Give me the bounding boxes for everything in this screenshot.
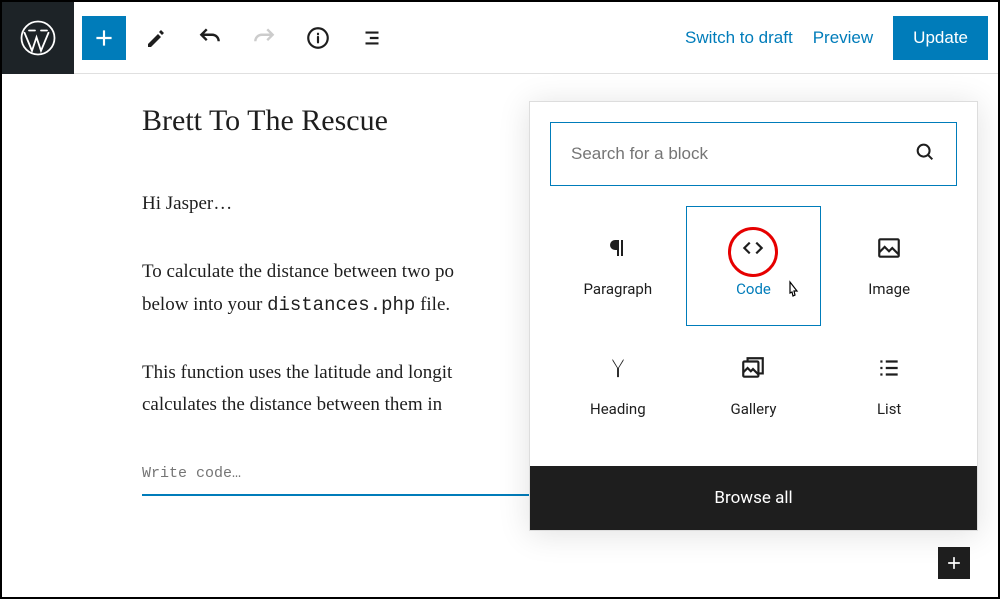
editor-toolbar: Switch to draft Preview Update <box>2 2 998 74</box>
code-icon <box>739 234 767 262</box>
post-content: Brett To The Rescue Hi Jasper… To calcul… <box>2 74 562 496</box>
block-label: Heading <box>590 400 646 418</box>
toolbar-right: Switch to draft Preview Update <box>685 16 988 60</box>
list-icon <box>875 354 903 382</box>
toolbar-left <box>82 14 396 62</box>
post-title[interactable]: Brett To The Rescue <box>142 104 562 138</box>
block-heading[interactable]: Heading <box>550 326 686 446</box>
paragraph-3[interactable]: This function uses the latitude and long… <box>142 357 562 422</box>
search-box <box>550 122 957 186</box>
paragraph-icon <box>604 234 632 262</box>
edit-icon[interactable] <box>132 14 180 62</box>
outline-icon[interactable] <box>348 14 396 62</box>
block-list[interactable]: List <box>821 326 957 446</box>
switch-to-draft-button[interactable]: Switch to draft <box>685 28 793 48</box>
undo-icon[interactable] <box>186 14 234 62</box>
block-label: Code <box>736 280 771 298</box>
search-wrap <box>530 102 977 206</box>
gallery-icon <box>739 354 767 382</box>
block-grid: Paragraph Code Image Heading Gallery <box>530 206 977 466</box>
heading-icon <box>604 354 632 382</box>
update-button[interactable]: Update <box>893 16 988 60</box>
info-icon[interactable] <box>294 14 342 62</box>
paragraph-1[interactable]: Hi Jasper… <box>142 188 562 220</box>
search-icon <box>914 141 936 167</box>
block-label: Gallery <box>731 400 777 418</box>
wordpress-logo[interactable] <box>2 2 74 74</box>
block-label: Image <box>868 280 910 298</box>
floating-add-button[interactable] <box>938 547 970 579</box>
preview-button[interactable]: Preview <box>813 28 873 48</box>
block-paragraph[interactable]: Paragraph <box>550 206 686 326</box>
browse-all-button[interactable]: Browse all <box>530 466 977 530</box>
block-code[interactable]: Code <box>686 206 822 326</box>
block-label: List <box>877 400 901 418</box>
block-gallery[interactable]: Gallery <box>686 326 822 446</box>
block-inserter-popover: Paragraph Code Image Heading Gallery <box>529 101 978 531</box>
redo-icon[interactable] <box>240 14 288 62</box>
paragraph-2[interactable]: To calculate the distance between two po… <box>142 256 562 321</box>
search-input[interactable] <box>571 144 914 164</box>
image-icon <box>875 234 903 262</box>
block-image[interactable]: Image <box>821 206 957 326</box>
inline-code: distances.php <box>267 294 415 316</box>
block-label: Paragraph <box>584 280 653 298</box>
add-block-button[interactable] <box>82 16 126 60</box>
